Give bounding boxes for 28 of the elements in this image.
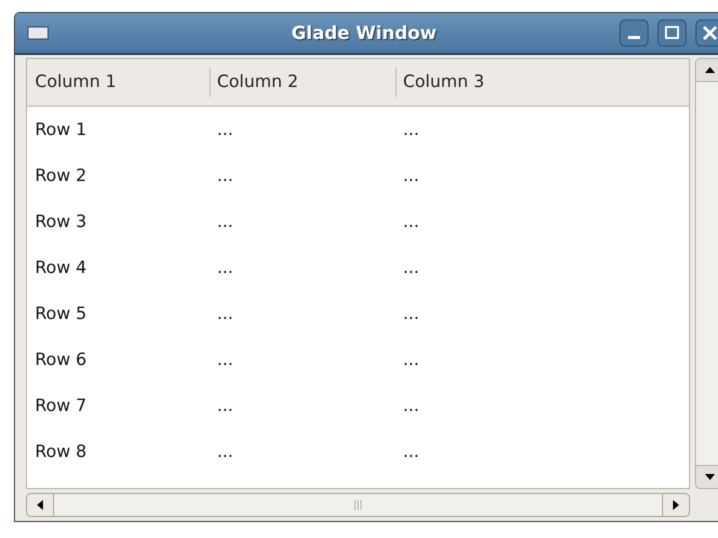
table-cell-text: Row 6: [34, 350, 88, 370]
table-cell-text: ...: [216, 212, 234, 232]
table-cell-text: ...: [402, 442, 420, 462]
table-cell-text: ...: [216, 304, 234, 324]
table-cell-text: Row 2: [34, 166, 88, 186]
table-cell-text: Row 5: [34, 304, 88, 324]
table-cell-text: Row 7: [34, 396, 88, 416]
table-cell-text: ...: [216, 258, 234, 278]
table-cell-text: ...: [402, 396, 420, 416]
table-cell-text: ...: [216, 396, 234, 416]
table-cell-text: Row 4: [34, 258, 88, 278]
table-cell-text: Row 1: [34, 120, 88, 140]
table-cell-text: ...: [402, 350, 420, 370]
column-header[interactable]: Column 2: [209, 67, 395, 97]
table-cell-text: ...: [216, 166, 234, 186]
table-cell-text: ...: [402, 304, 420, 324]
table-cell-text: ...: [402, 212, 420, 232]
window-title: Glade Window: [290, 22, 438, 44]
table-cell-text: ...: [402, 166, 420, 186]
table-cell-text: Row 3: [34, 212, 88, 232]
table-cell-text: ...: [216, 120, 234, 140]
column-header[interactable]: Column 3: [395, 67, 689, 97]
column-header[interactable]: Column 1: [27, 59, 209, 105]
table-cell-text: ...: [402, 258, 420, 278]
table-cell-text: ...: [216, 442, 234, 462]
table-cell-text: Row 8: [34, 442, 88, 462]
table-cell-text: ...: [402, 120, 420, 140]
table-cell-text: ...: [216, 350, 234, 370]
